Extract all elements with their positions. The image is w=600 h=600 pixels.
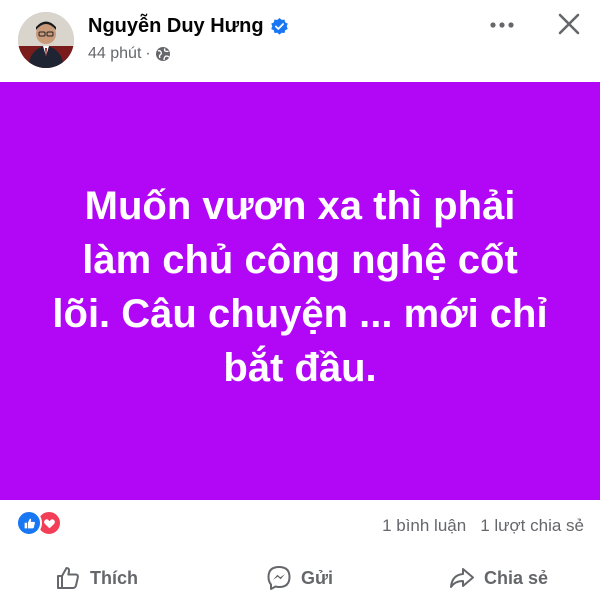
globe-icon	[155, 46, 171, 62]
meta-separator: ·	[145, 45, 151, 62]
author-row: Nguyễn Duy Hưng	[88, 15, 289, 38]
action-bar: Thích Gửi Chia sẻ	[0, 556, 600, 600]
share-button[interactable]: Chia sẻ	[448, 564, 548, 592]
verified-badge-icon	[270, 17, 289, 36]
send-button[interactable]: Gửi	[265, 564, 333, 592]
post-content: Muốn vươn xa thì phải làm chủ công nghệ …	[0, 82, 600, 500]
post-meta: 44 phút ·	[88, 45, 171, 63]
like-button[interactable]: Thích	[54, 564, 138, 592]
thumbs-up-icon	[57, 567, 79, 589]
share-label: Chia sẻ	[484, 567, 549, 588]
post-header: Nguyễn Duy Hưng 44 phút ·	[0, 0, 600, 80]
reaction-summary[interactable]	[16, 510, 68, 536]
like-reaction-icon	[16, 510, 42, 536]
comment-count[interactable]: 1 bình luận	[382, 516, 466, 536]
author-name[interactable]: Nguyễn Duy Hưng	[88, 15, 264, 38]
like-label: Thích	[90, 567, 138, 588]
messenger-icon	[267, 566, 291, 590]
more-options-icon[interactable]	[487, 12, 517, 38]
post-text: Muốn vươn xa thì phải làm chủ công nghệ …	[52, 184, 548, 390]
avatar[interactable]	[18, 12, 74, 68]
share-icon	[450, 568, 474, 588]
engagement-counts: 1 bình luận 1 lượt chia sẻ	[382, 516, 584, 536]
share-count[interactable]: 1 lượt chia sẻ	[480, 516, 584, 536]
send-label: Gửi	[301, 567, 334, 588]
close-icon[interactable]	[554, 9, 584, 39]
post-time[interactable]: 44 phút	[88, 45, 141, 63]
